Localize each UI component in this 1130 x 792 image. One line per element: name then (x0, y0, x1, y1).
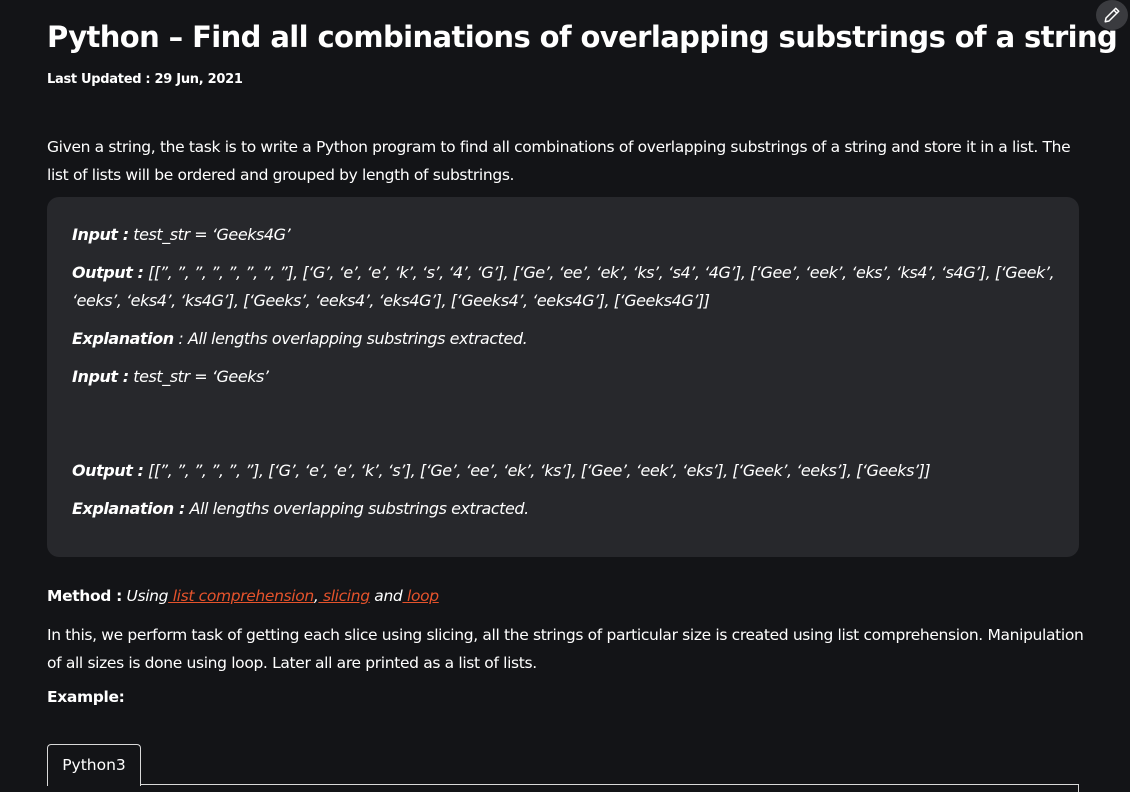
explanation-value: All lengths overlapping substrings extra… (184, 499, 529, 518)
output-label: Output : (72, 263, 144, 282)
example-explanation-2: Explanation : All lengths overlapping su… (72, 495, 1062, 523)
page-title: Python – Find all combinations of overla… (47, 20, 1118, 54)
intro-paragraph: Given a string, the task is to write a P… (47, 138, 1071, 184)
example-explanation-1: Explanation : All lengths overlapping su… (72, 325, 1062, 353)
output-value: [[”, ”, ”, ”, ”, ”, ”, ”], [‘G’, ‘e’, ‘e… (72, 263, 1055, 310)
method-prefix: Using (121, 587, 169, 605)
output-label: Output : (72, 461, 144, 480)
explanation-value: : All lengths overlapping substrings ext… (173, 329, 528, 348)
link-list-comprehension[interactable]: list comprehension (168, 587, 314, 605)
example-output-2: Output : [[”, ”, ”, ”, ”, ”], [‘G’, ‘e’,… (72, 457, 1062, 485)
input-value: test_str = ‘Geeks’ (128, 367, 269, 386)
example-input-1: Input : test_str = ‘Geeks4G’ (72, 221, 1062, 249)
link-loop[interactable]: loop (402, 587, 439, 605)
tab-python3[interactable]: Python3 (47, 744, 141, 786)
method-label: Method : (47, 587, 122, 605)
input-label: Input : (72, 225, 129, 244)
method-separator: and (369, 587, 403, 605)
input-label: Input : (72, 367, 129, 386)
explanation-label: Explanation (72, 329, 174, 348)
explanation-label: Explanation : (72, 499, 185, 518)
link-slicing[interactable]: slicing (318, 587, 370, 605)
method-description: In this, we perform task of getting each… (47, 626, 1084, 672)
output-value: [[”, ”, ”, ”, ”, ”], [‘G’, ‘e’, ‘e’, ‘k’… (143, 461, 931, 480)
method-line: Method : Using list comprehension, slici… (47, 583, 439, 609)
example-output-1: Output : [[”, ”, ”, ”, ”, ”, ”, ”], [‘G’… (72, 259, 1062, 315)
last-updated: Last Updated : 29 Jun, 2021 (47, 72, 243, 87)
example-heading: Example: (47, 688, 125, 706)
code-block-frame (47, 784, 1079, 792)
examples-box: Input : test_str = ‘Geeks4G’ Output : [[… (47, 197, 1079, 557)
input-value: test_str = ‘Geeks4G’ (128, 225, 291, 244)
example-input-2: Input : test_str = ‘Geeks’ (72, 363, 1062, 391)
article-page: Python – Find all combinations of overla… (0, 0, 1130, 792)
